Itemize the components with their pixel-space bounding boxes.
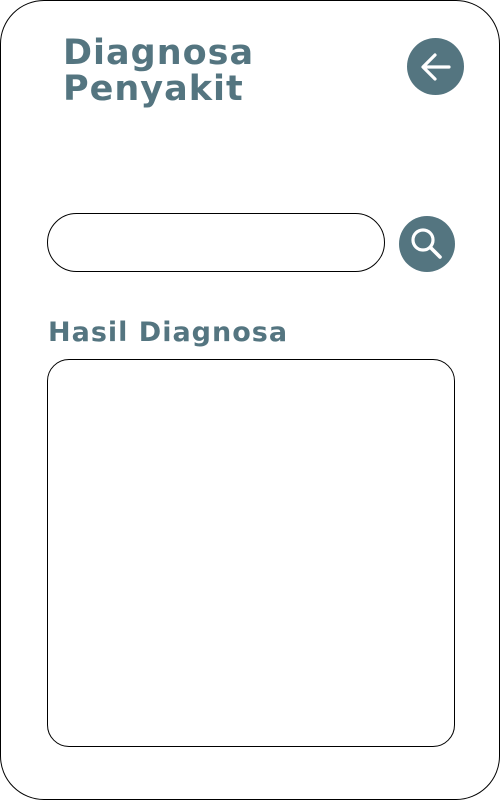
app-screen: Diagnosa Penyakit Hasil Diagnosa xyxy=(0,0,500,800)
page-title: Diagnosa Penyakit xyxy=(63,35,254,107)
diagnosis-result-panel xyxy=(47,359,455,747)
arrow-left-icon xyxy=(420,52,451,81)
search-icon xyxy=(411,228,442,259)
result-heading: Hasil Diagnosa xyxy=(48,317,289,348)
back-button[interactable] xyxy=(407,38,464,95)
search-button[interactable] xyxy=(399,216,455,272)
page-title-line-1: Diagnosa xyxy=(63,33,255,73)
search-input[interactable] xyxy=(47,213,385,272)
page-title-line-2: Penyakit xyxy=(63,69,244,109)
